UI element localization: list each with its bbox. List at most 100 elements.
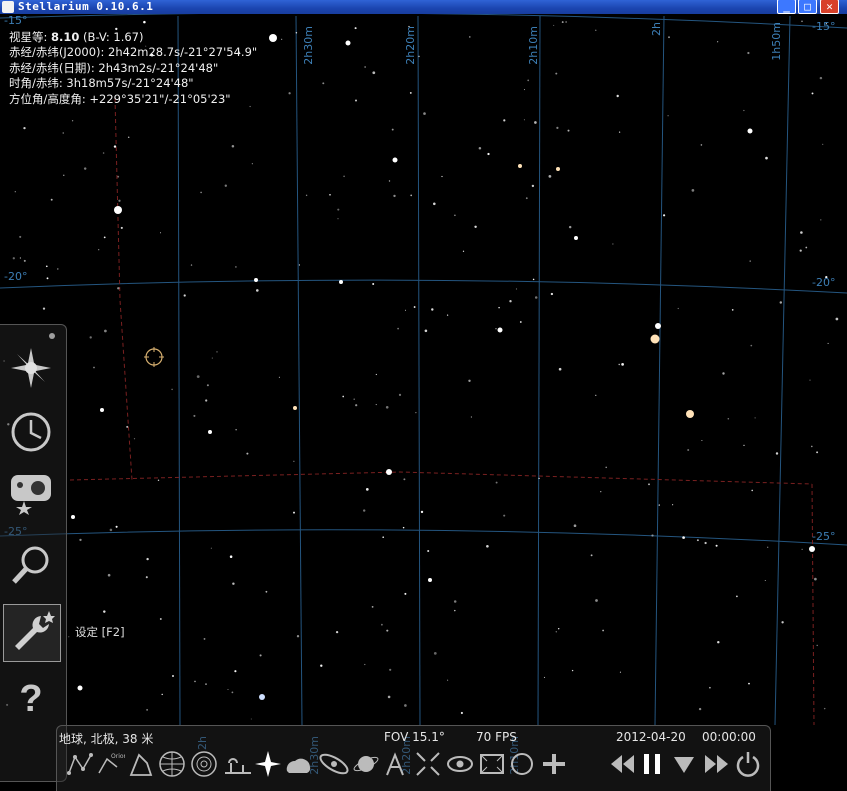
date-status: 2012-04-20 [616, 730, 686, 744]
star[interactable] [345, 40, 351, 46]
star [63, 174, 65, 176]
quit-button[interactable] [732, 748, 764, 780]
telescope-icon [543, 754, 565, 774]
star [393, 194, 396, 198]
ground-button[interactable] [222, 748, 254, 780]
full-screen-button[interactable] [476, 748, 508, 780]
minimize-button[interactable]: _ [777, 0, 796, 14]
star [375, 373, 377, 376]
star[interactable] [114, 206, 122, 214]
constellation-art-button[interactable] [124, 748, 156, 780]
star[interactable] [556, 167, 560, 171]
equatorial-grid-button[interactable] [156, 748, 188, 780]
star[interactable] [655, 323, 661, 329]
star [487, 152, 490, 156]
night-mode-button[interactable] [444, 748, 476, 780]
star [827, 342, 829, 344]
sky-viewing-button[interactable] [3, 464, 59, 520]
star[interactable] [428, 578, 432, 582]
star [388, 180, 391, 182]
star [515, 288, 518, 290]
star[interactable] [686, 410, 694, 418]
star [372, 71, 376, 75]
star [102, 152, 105, 154]
close-button[interactable]: ✕ [820, 0, 839, 14]
star[interactable] [100, 408, 104, 412]
magnitude-label: 视星等: [9, 30, 52, 44]
star [117, 175, 120, 178]
location-button[interactable] [3, 340, 59, 396]
star[interactable] [71, 515, 75, 519]
constellation-labels-button[interactable]: Orion [94, 748, 126, 780]
star[interactable] [259, 694, 265, 700]
star [682, 536, 685, 539]
atmosphere-button[interactable] [282, 748, 314, 780]
star [103, 236, 106, 239]
nebulae-button[interactable] [318, 748, 350, 780]
star[interactable] [747, 128, 753, 134]
star [293, 460, 295, 462]
help-button[interactable]: ? [3, 668, 59, 724]
night-mode-icon [447, 756, 473, 772]
star [200, 191, 202, 194]
star[interactable] [809, 546, 815, 552]
sky-view[interactable] [0, 14, 847, 790]
window-title-bar[interactable]: Stellarium 0.10.6.1 _ □ ✕ [0, 0, 847, 14]
star [433, 202, 436, 206]
star [196, 375, 200, 378]
azimuthal-grid-button[interactable] [188, 748, 220, 780]
planet-hint-button[interactable] [350, 748, 382, 780]
star [523, 119, 525, 121]
telescope-button[interactable] [538, 748, 570, 780]
search-button[interactable] [3, 537, 59, 593]
star[interactable] [386, 469, 392, 475]
center-object-button[interactable] [412, 748, 444, 780]
star [600, 491, 602, 493]
star[interactable] [269, 34, 277, 42]
maximize-button[interactable]: □ [798, 0, 817, 14]
mount-button[interactable] [380, 748, 412, 780]
star [543, 676, 546, 678]
star [534, 121, 537, 124]
star [751, 489, 754, 492]
star [146, 557, 149, 561]
star[interactable] [650, 334, 660, 344]
star [561, 21, 564, 24]
settings-button[interactable] [3, 604, 61, 662]
star [342, 395, 345, 398]
star [478, 146, 482, 150]
ocular-button[interactable] [506, 748, 538, 780]
star [811, 92, 814, 95]
star [474, 225, 477, 229]
star [667, 115, 669, 117]
star [12, 257, 15, 260]
star [19, 235, 22, 238]
star [229, 555, 233, 558]
real-time-icon [674, 757, 694, 773]
date-time-button[interactable] [3, 404, 59, 460]
star [265, 590, 268, 593]
star [531, 184, 535, 188]
real-time-button[interactable] [668, 748, 700, 780]
stellarium-app-icon [2, 1, 14, 13]
star [801, 20, 803, 23]
star[interactable] [293, 406, 297, 410]
star [118, 199, 121, 202]
forward-button[interactable] [700, 748, 732, 780]
constellation-lines-button[interactable] [64, 748, 96, 780]
pause-button[interactable] [636, 748, 668, 780]
star [62, 132, 64, 134]
star [441, 175, 443, 178]
star[interactable] [339, 280, 343, 284]
star[interactable] [518, 164, 522, 168]
star[interactable] [208, 430, 212, 434]
star [296, 635, 300, 638]
star[interactable] [77, 685, 83, 691]
star[interactable] [254, 278, 258, 282]
star[interactable] [574, 236, 578, 240]
radec-j2000: 赤经/赤纬(J2000): 2h42m28.7s/-21°27'54.9" [9, 45, 258, 60]
cardinal-points-button[interactable] [252, 748, 284, 780]
star[interactable] [392, 157, 398, 163]
rewind-button[interactable] [606, 748, 638, 780]
star[interactable] [497, 327, 503, 333]
